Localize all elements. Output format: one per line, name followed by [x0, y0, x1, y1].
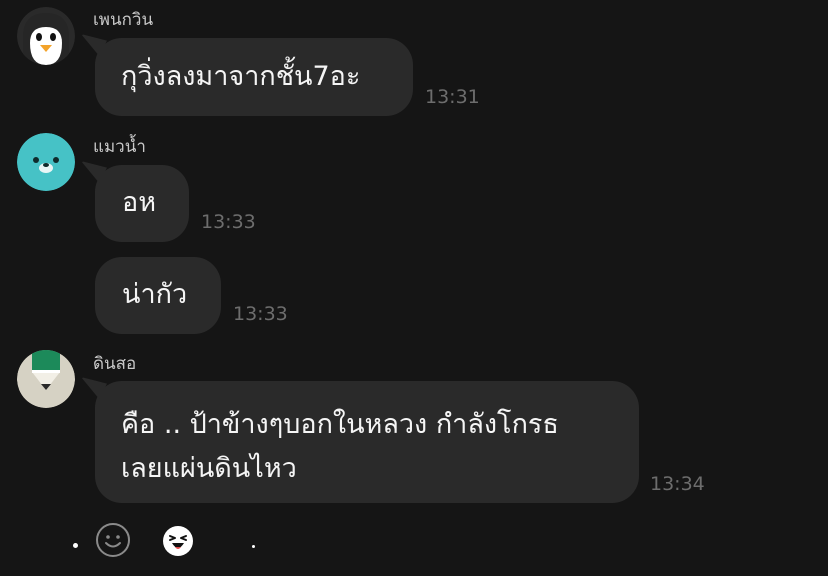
message-text: น่ากัว: [122, 279, 188, 310]
dot-indicator: [252, 545, 255, 548]
sender-name: เพนกวิน: [93, 10, 154, 30]
message-time: 13:33: [201, 211, 256, 233]
sender-name: ดินสอ: [93, 354, 137, 374]
laughing-sticker-icon[interactable]: [162, 525, 194, 557]
message-time: 13:31: [425, 86, 480, 108]
pencil-avatar-icon[interactable]: [17, 350, 75, 408]
message-time: 13:33: [233, 303, 288, 325]
message-time: 13:34: [650, 473, 705, 495]
message-bubble[interactable]: อห: [95, 165, 189, 242]
message-text: อห: [122, 187, 157, 218]
sender-name: แมวน้ำ: [93, 137, 146, 157]
dot-indicator: [73, 543, 78, 548]
smiley-icon[interactable]: [95, 522, 131, 558]
seal-avatar-icon[interactable]: [17, 133, 75, 191]
bottom-bar: [0, 515, 828, 576]
message-bubble[interactable]: กุวิ่งลงมาจากชั้น7อะ: [95, 38, 413, 116]
message-text-line: เลยแผ่นดินไหว: [121, 453, 297, 484]
message-text: กุวิ่งลงมาจากชั้น7อะ: [121, 61, 361, 92]
message-text-line: คือ .. ป้าข้างๆบอกในหลวง กำลังโกรธ: [121, 409, 559, 440]
chat-area: เพนกวิน กุวิ่งลงมาจากชั้น7อะ 13:31 แมวน้…: [0, 0, 828, 576]
message-bubble[interactable]: น่ากัว: [95, 257, 221, 334]
penguin-avatar-icon[interactable]: [17, 7, 75, 65]
message-bubble[interactable]: คือ .. ป้าข้างๆบอกในหลวง กำลังโกรธ เลยแผ…: [95, 381, 639, 503]
